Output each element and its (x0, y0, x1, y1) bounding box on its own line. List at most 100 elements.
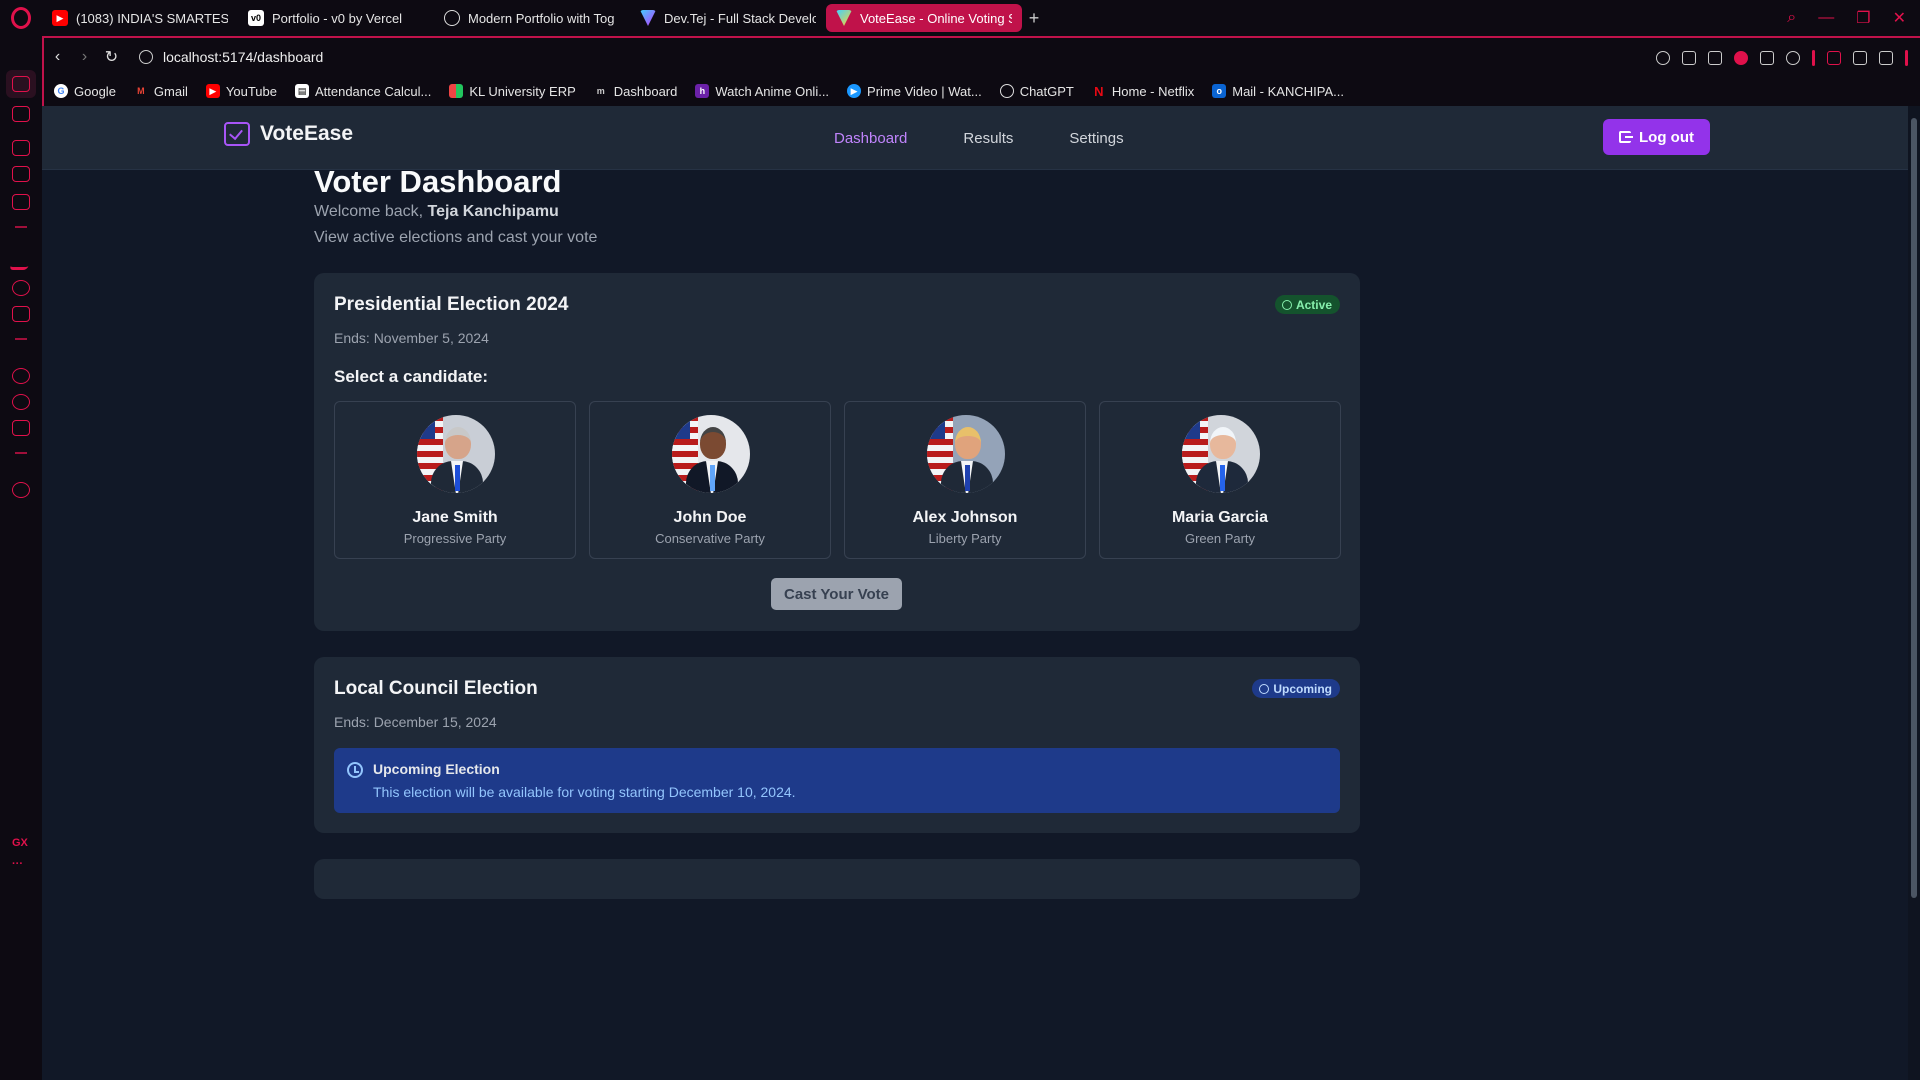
bookmark-item[interactable]: G Google (54, 84, 116, 99)
app-navbar: VoteEase Dashboard Results Settings Log … (42, 106, 1908, 170)
address-bar-actions (1656, 38, 1908, 78)
home-icon[interactable] (12, 76, 30, 92)
twitch-icon[interactable] (12, 140, 30, 156)
candidate-name: Maria Garcia (1171, 509, 1269, 526)
logout-button[interactable]: Log out (1603, 119, 1710, 155)
status-badge-active: Active (1274, 295, 1340, 314)
vpn-shield-icon[interactable] (1734, 51, 1748, 65)
candidate-card[interactable]: Maria Garcia Green Party (1099, 401, 1341, 559)
url-field[interactable]: localhost:5174/dashboard (139, 49, 323, 65)
candidate-name: John Doe (673, 509, 747, 526)
emoji-icon[interactable] (1656, 51, 1670, 65)
youtube-icon: ▶ (52, 10, 68, 26)
divider (1812, 50, 1815, 66)
youtube-icon: ▶ (205, 84, 220, 98)
vite-icon (836, 10, 852, 26)
netflix-icon: N (1094, 83, 1104, 99)
url-text[interactable]: localhost:5174/dashboard (163, 49, 323, 65)
candidate-name: Jane Smith (412, 509, 498, 526)
election-card-presidential: Presidential Election 2024 Active Ends: … (314, 273, 1360, 631)
candidate-party: Liberty Party (928, 531, 1002, 546)
bookmark-item[interactable]: o Mail - KANCHIPA... (1212, 84, 1344, 99)
user-name: Teja Kanchipamu (427, 203, 559, 220)
sidebar-divider (15, 452, 27, 454)
bookmark-item[interactable]: M Gmail (134, 84, 188, 99)
send-icon[interactable] (1760, 51, 1774, 65)
scrollbar-thumb[interactable] (1911, 118, 1917, 898)
candidate-card[interactable]: Jane Smith Progressive Party (334, 401, 576, 559)
divider (1905, 50, 1908, 66)
reload-icon[interactable]: ↻ (98, 47, 125, 67)
brand-name: VoteEase (260, 122, 353, 145)
browser-tab[interactable]: v0 Portfolio - v0 by Vercel (238, 4, 434, 32)
edit-icon[interactable] (1682, 51, 1696, 65)
candidate-card[interactable]: Alex Johnson Liberty Party (844, 401, 1086, 559)
forward-icon[interactable]: › (71, 48, 98, 66)
election-title: Local Council Election (334, 678, 538, 699)
instagram-icon[interactable] (12, 420, 30, 436)
bookmarks-bar: G Google M Gmail ▶ YouTube ▤ Attendance Calc… (42, 76, 1920, 106)
google-icon: G (54, 84, 68, 98)
welcome-text: Welcome back, Teja Kanchipamu (314, 203, 559, 220)
whatsapp-icon[interactable] (12, 394, 30, 410)
bookmark-item[interactable]: m Dashboard (594, 84, 678, 99)
tab-title: Portfolio - v0 by Vercel (272, 10, 403, 26)
download-icon[interactable] (1853, 51, 1867, 65)
messenger-icon[interactable] (12, 368, 30, 384)
sidebar-divider (15, 226, 27, 228)
bookmark-item[interactable]: KL University ERP (449, 84, 576, 99)
browser-tab[interactable]: Dev.Tej - Full Stack Develo (630, 4, 826, 32)
bookmark-item[interactable]: ▶ Prime Video | Wat... (847, 84, 982, 99)
camera-icon[interactable] (1708, 51, 1722, 65)
site-info-icon[interactable] (139, 50, 153, 64)
opera-menu-icon[interactable] (0, 0, 42, 36)
mail-icon[interactable] (12, 194, 30, 210)
bookmark-item[interactable]: ChatGPT (999, 84, 1074, 99)
restore-icon[interactable]: ❐ (1856, 8, 1870, 28)
logout-icon (1619, 131, 1633, 143)
close-icon[interactable]: ✕ (1893, 8, 1906, 28)
candidate-photo (417, 415, 495, 493)
bookmark-item[interactable]: N Home - Netflix (1092, 84, 1194, 99)
new-tab-button[interactable]: + (1022, 8, 1046, 29)
calculator-icon: ▤ (294, 84, 309, 98)
candidate-party: Conservative Party (655, 531, 765, 546)
vote-check-icon (224, 122, 250, 146)
nav-settings[interactable]: Settings (1069, 130, 1123, 147)
brand[interactable]: VoteEase (224, 122, 353, 146)
browser-tab[interactable]: ▶ (1083) INDIA'S SMARTEST (42, 4, 238, 32)
gaming-icon[interactable] (12, 106, 30, 122)
search-icon[interactable]: ⌕ (1787, 9, 1796, 27)
clock-icon (1259, 683, 1270, 694)
erp-icon (449, 84, 464, 98)
browser-tab-bar: ▶ (1083) INDIA'S SMARTEST v0 Portfolio -… (0, 0, 1920, 36)
election-card-partial (314, 859, 1360, 899)
more-icon[interactable]: ··· (12, 858, 23, 870)
nav-dashboard[interactable]: Dashboard (834, 130, 907, 147)
back-icon[interactable]: ‹ (44, 48, 71, 66)
page-scrollbar[interactable] (1908, 106, 1920, 1080)
gx-icon[interactable]: GX (12, 837, 28, 849)
bookmark-item[interactable]: h Watch Anime Onli... (695, 84, 829, 99)
election-end-date: Ends: December 15, 2024 (334, 714, 497, 730)
player-icon[interactable] (12, 166, 30, 182)
chatgpt-icon (444, 10, 460, 26)
heart-icon[interactable] (1786, 51, 1800, 65)
nav-results[interactable]: Results (963, 130, 1013, 147)
chatgpt-icon[interactable] (12, 280, 30, 296)
minimize-icon[interactable]: — (1818, 9, 1834, 27)
notes-icon[interactable] (12, 306, 30, 322)
check-circle-icon (1281, 299, 1292, 310)
browser-tab[interactable]: Modern Portfolio with Tog (434, 4, 630, 32)
history-icon[interactable] (12, 482, 30, 498)
status-badge-upcoming: Upcoming (1252, 679, 1340, 698)
cast-vote-button[interactable]: Cast Your Vote (771, 578, 902, 610)
bookmark-item[interactable]: ▤ Attendance Calcul... (294, 84, 431, 99)
menu-icon[interactable] (1879, 51, 1893, 65)
notice-text: This election will be available for voti… (373, 784, 796, 800)
profile-icon[interactable] (1827, 51, 1841, 65)
candidate-card[interactable]: John Doe Conservative Party (589, 401, 831, 559)
aria-icon[interactable] (9, 254, 33, 270)
bookmark-item[interactable]: ▶ YouTube (205, 84, 277, 99)
browser-tab-active[interactable]: VoteEase - Online Voting S (826, 4, 1022, 32)
